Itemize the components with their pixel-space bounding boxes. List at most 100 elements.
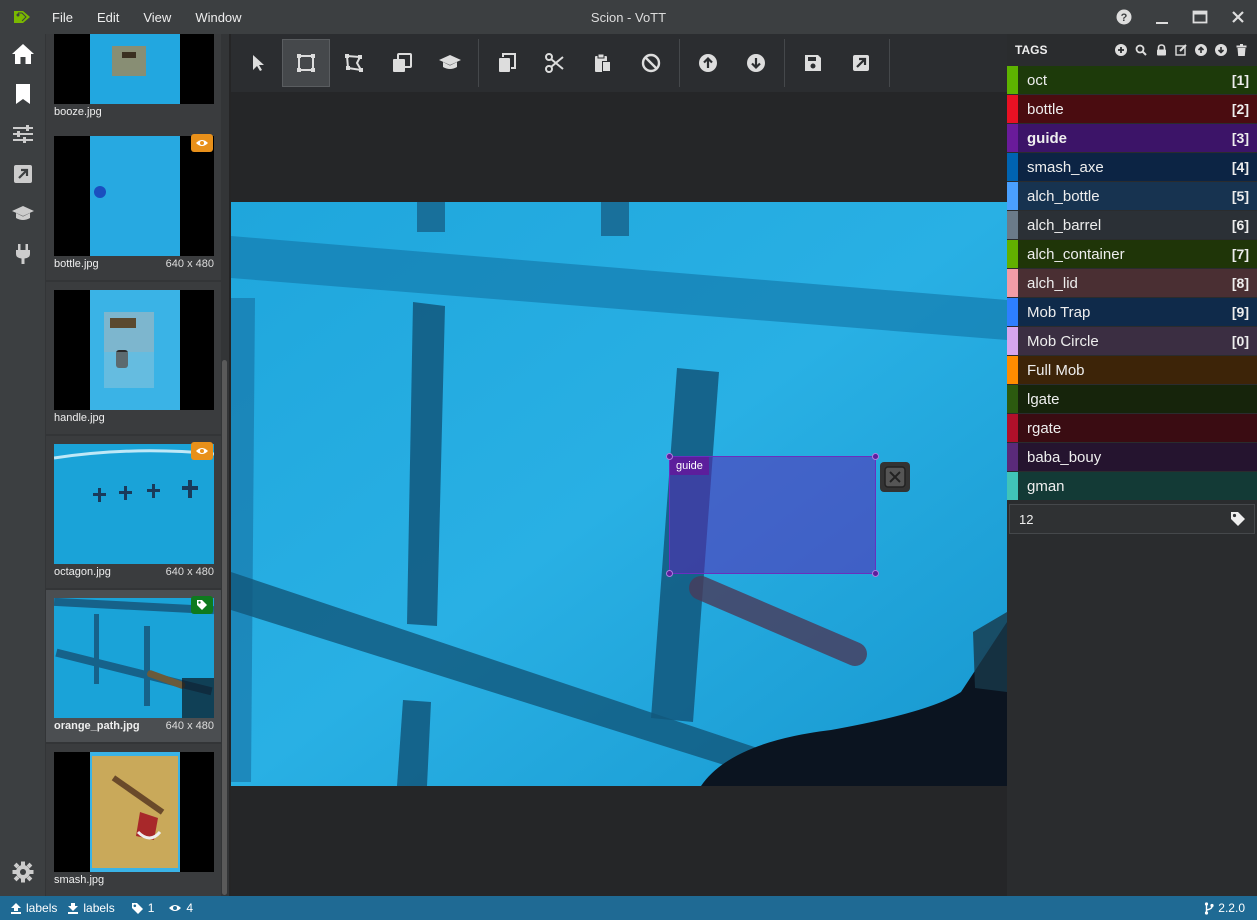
- asset-image[interactable]: [231, 202, 1007, 786]
- close-button[interactable]: [1219, 0, 1257, 34]
- help-button[interactable]: ?: [1105, 0, 1143, 34]
- export-icon: [13, 165, 32, 183]
- move-tag-down-button[interactable]: [1211, 40, 1231, 60]
- cut-regions-button[interactable]: [531, 39, 579, 87]
- editor-canvas[interactable]: guide: [231, 92, 1007, 896]
- tag-color-swatch[interactable]: [1007, 182, 1018, 210]
- active-learning-tool-button[interactable]: [426, 39, 474, 87]
- tag-item[interactable]: rgate: [1007, 414, 1257, 442]
- asset-card[interactable]: smash.jpg: [46, 744, 221, 896]
- arrow-circle-down-icon: [747, 54, 765, 72]
- asset-card[interactable]: booze.jpg: [46, 34, 221, 128]
- tag-color-swatch[interactable]: [1007, 269, 1018, 297]
- copy-regions-button[interactable]: [483, 39, 531, 87]
- maximize-button[interactable]: [1181, 0, 1219, 34]
- tag-input[interactable]: 12: [1009, 504, 1255, 534]
- import-label: labels: [83, 901, 115, 915]
- asset-card[interactable]: handle.jpg: [46, 282, 221, 434]
- menu-file[interactable]: File: [52, 10, 73, 25]
- previous-asset-button[interactable]: [684, 39, 732, 87]
- tag-color-swatch[interactable]: [1007, 124, 1018, 152]
- select-tool-button[interactable]: [234, 39, 282, 87]
- nav-settings[interactable]: [0, 114, 45, 154]
- tag-item[interactable]: smash_axe [4]: [1007, 153, 1257, 181]
- tag-hotkey: [9]: [1231, 304, 1249, 320]
- tag-color-swatch[interactable]: [1007, 472, 1018, 500]
- next-asset-button[interactable]: [732, 39, 780, 87]
- save-project-button[interactable]: [789, 39, 837, 87]
- asset-filmstrip[interactable]: booze.jpg bottle.jpg 640 x 480 handle.jp…: [45, 34, 229, 896]
- tag-item[interactable]: guide [3]: [1007, 124, 1257, 152]
- bounding-box-region[interactable]: guide: [666, 453, 879, 577]
- tag-color-swatch[interactable]: [1007, 356, 1018, 384]
- resize-handle-bottom-left[interactable]: [666, 570, 673, 577]
- search-tags-button[interactable]: [1131, 40, 1151, 60]
- asset-card[interactable]: octagon.jpg 640 x 480: [46, 436, 221, 588]
- copy-rectangle-tool-button[interactable]: [378, 39, 426, 87]
- draw-rectangle-icon: [297, 54, 315, 72]
- clone-icon: [393, 53, 412, 72]
- delete-tag-button[interactable]: [1231, 40, 1251, 60]
- tag-color-swatch[interactable]: [1007, 298, 1018, 326]
- tag-color-swatch[interactable]: [1007, 66, 1018, 94]
- tag-item[interactable]: Mob Trap [9]: [1007, 298, 1257, 326]
- tag-color-swatch[interactable]: [1007, 211, 1018, 239]
- pointer-icon: [253, 55, 264, 71]
- tag-color-swatch[interactable]: [1007, 95, 1018, 123]
- lock-tags-button[interactable]: [1151, 40, 1171, 60]
- clear-regions-button[interactable]: [627, 39, 675, 87]
- minimize-button[interactable]: [1143, 0, 1181, 34]
- tag-item[interactable]: alch_bottle [5]: [1007, 182, 1257, 210]
- tag-color-swatch[interactable]: [1007, 414, 1018, 442]
- nav-active-learning[interactable]: [0, 194, 45, 234]
- rectangle-tool-button[interactable]: [282, 39, 330, 87]
- tag-item[interactable]: oct [1]: [1007, 66, 1257, 94]
- eye-icon: [169, 905, 182, 911]
- paste-regions-button[interactable]: [579, 39, 627, 87]
- filmstrip-scrollbar[interactable]: [222, 360, 227, 895]
- export-project-button[interactable]: [837, 39, 885, 87]
- tag-item[interactable]: alch_barrel [6]: [1007, 211, 1257, 239]
- tag-name: alch_lid: [1027, 274, 1078, 292]
- tag-icon: [1231, 512, 1245, 526]
- tag-hotkey: [2]: [1231, 101, 1249, 117]
- asset-card-selected[interactable]: orange_path.jpg 640 x 480: [46, 590, 221, 742]
- tag-name: bottle: [1027, 100, 1064, 118]
- help-icon: ?: [1116, 9, 1132, 25]
- nav-home[interactable]: [0, 34, 45, 74]
- tag-hotkey: [0]: [1231, 333, 1249, 349]
- tag-item[interactable]: baba_bouy: [1007, 443, 1257, 471]
- move-tag-up-button[interactable]: [1191, 40, 1211, 60]
- nav-app-settings[interactable]: [0, 852, 45, 892]
- edit-tag-button[interactable]: [1171, 40, 1191, 60]
- tag-item[interactable]: alch_container [7]: [1007, 240, 1257, 268]
- paste-icon: [595, 53, 611, 72]
- tag-item[interactable]: alch_lid [8]: [1007, 269, 1257, 297]
- tag-item[interactable]: Full Mob: [1007, 356, 1257, 384]
- tag-item[interactable]: gman: [1007, 472, 1257, 500]
- polygon-tool-button[interactable]: [330, 39, 378, 87]
- tag-color-swatch[interactable]: [1007, 385, 1018, 413]
- menu-edit[interactable]: Edit: [97, 10, 119, 25]
- asset-thumbnail: [54, 752, 214, 872]
- menu-view[interactable]: View: [143, 10, 171, 25]
- resize-handle-top-right[interactable]: [872, 453, 879, 460]
- tag-item[interactable]: lgate: [1007, 385, 1257, 413]
- tag-hotkey: [6]: [1231, 217, 1249, 233]
- asset-card[interactable]: bottle.jpg 640 x 480: [46, 128, 221, 280]
- nav-export[interactable]: [0, 154, 45, 194]
- tag-color-swatch[interactable]: [1007, 327, 1018, 355]
- tag-color-swatch[interactable]: [1007, 240, 1018, 268]
- tag-item[interactable]: Mob Circle [0]: [1007, 327, 1257, 355]
- resize-handle-top-left[interactable]: [666, 453, 673, 460]
- nav-editor[interactable]: [0, 74, 45, 114]
- nav-connections[interactable]: [0, 234, 45, 274]
- delete-region-button[interactable]: [880, 462, 910, 492]
- tag-color-swatch[interactable]: [1007, 443, 1018, 471]
- resize-handle-bottom-right[interactable]: [872, 570, 879, 577]
- menu-window[interactable]: Window: [195, 10, 241, 25]
- add-tag-button[interactable]: [1111, 40, 1131, 60]
- tag-hotkey: [1]: [1231, 72, 1249, 88]
- tag-item[interactable]: bottle [2]: [1007, 95, 1257, 123]
- tag-color-swatch[interactable]: [1007, 153, 1018, 181]
